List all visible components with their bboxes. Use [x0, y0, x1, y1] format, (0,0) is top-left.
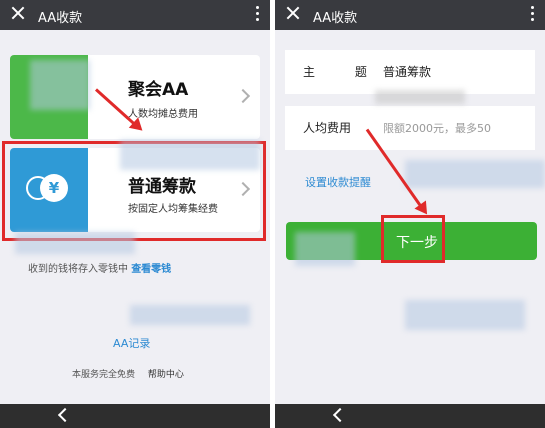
top-bar: AA收款 [275, 0, 545, 30]
more-icon[interactable] [531, 6, 535, 24]
help-center-link[interactable]: 帮助中心 [148, 370, 184, 380]
footer-note: 本服务完全免费 帮助中心 [72, 367, 194, 380]
bottom-bar [0, 404, 270, 428]
watermark [15, 232, 135, 254]
back-icon[interactable] [57, 407, 73, 423]
watermark [120, 140, 260, 170]
watermark [405, 160, 545, 188]
back-icon[interactable] [332, 407, 348, 423]
card-title: 聚会AA [128, 80, 189, 100]
per-person-label: 人均费用 [303, 121, 352, 135]
balance-hint: 收到的钱将存入零钱中 查看零钱 [28, 264, 172, 275]
aa-collect-home-screen: AA收款 聚会AA 人数均摊总费用 ¥ 普通筹款 按固定人均筹集经费 收到的钱将… [0, 0, 270, 428]
more-icon[interactable] [256, 6, 260, 24]
top-bar: AA收款 [0, 0, 270, 30]
watermark [295, 232, 355, 266]
view-balance-link[interactable]: 查看零钱 [131, 264, 171, 275]
watermark [375, 90, 465, 104]
aa-record-link[interactable]: AA记录 [113, 335, 150, 351]
subject-value[interactable]: 普通筹款 [383, 63, 431, 80]
per-person-row[interactable]: 人均费用 限额2000元，最多50 [285, 106, 535, 150]
watermark [405, 300, 525, 330]
subject-label: 主 题 [303, 65, 385, 79]
highlight-box [381, 215, 445, 263]
bottom-bar [275, 404, 545, 428]
free-service-text: 本服务完全免费 [72, 370, 136, 380]
close-icon[interactable] [8, 4, 28, 24]
payment-reminder-link[interactable]: 设置收款提醒 [305, 174, 371, 190]
close-icon[interactable] [283, 4, 303, 24]
watermark [130, 305, 250, 325]
page-title: AA收款 [38, 11, 83, 26]
chevron-right-icon [235, 88, 251, 104]
page-title: AA收款 [313, 11, 358, 26]
watermark [30, 60, 90, 110]
regular-fundraise-form-screen: AA收款 主 题 普通筹款 人均费用 限额2000元，最多50 设置收款提醒 下… [275, 0, 545, 428]
per-person-input[interactable]: 限额2000元，最多50 [383, 120, 491, 136]
subject-row[interactable]: 主 题 普通筹款 [285, 50, 535, 94]
